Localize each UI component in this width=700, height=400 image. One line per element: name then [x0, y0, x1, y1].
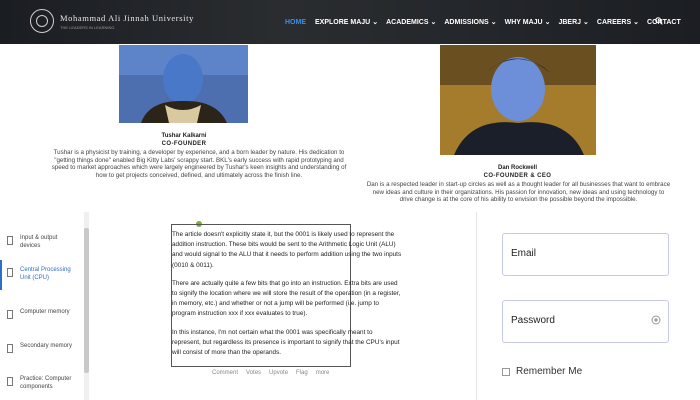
votes-label: Votes [246, 370, 262, 376]
chevron-down-icon: ⌄ [372, 19, 379, 26]
nav-label: ACADEMICS [386, 18, 429, 26]
document-icon [7, 310, 13, 319]
nav-item-careers[interactable]: CAREERS ⌄ [596, 18, 640, 27]
document-icon [7, 236, 13, 245]
more-button[interactable]: more [316, 370, 330, 376]
university-name: Mohammad Ali Jinnah University [60, 12, 194, 23]
sidebar-item-label: Input & output devices [20, 235, 58, 249]
comment-button[interactable]: Comment [212, 370, 238, 376]
nav-label: JBERJ [558, 18, 582, 26]
article-paragraph: There are actually quite a few bits that… [172, 279, 401, 318]
crest-icon [30, 9, 54, 33]
email-field[interactable]: Email [502, 233, 669, 276]
founder-photo-tushar [119, 45, 248, 123]
lesson-sidebar: Input & output devices Central Processing… [0, 212, 90, 400]
university-logo[interactable]: Mohammad Ali Jinnah University THE LEADE… [30, 9, 194, 33]
article-body: The article doesn't explicitly state it,… [172, 230, 402, 366]
password-field[interactable]: Password [502, 300, 669, 343]
nav-item-home[interactable]: HOME [285, 19, 306, 26]
nav-item-academics[interactable]: ACADEMICS ⌄ [386, 18, 437, 27]
document-icon [7, 377, 13, 386]
chevron-down-icon: ⌄ [544, 19, 551, 26]
comment-bar: Comment Votes Upvote Flag more [212, 370, 337, 376]
search-icon[interactable] [655, 17, 663, 25]
nav-item-contact[interactable]: CONTACT [647, 19, 681, 26]
founder-name: Tushar Kalkarni [161, 133, 207, 139]
nav-item-explore-maju[interactable]: EXPLORE MAJU ⌄ [315, 18, 379, 27]
flag-button[interactable]: Flag [296, 370, 308, 376]
article-paragraph: In this instance, I'm not certain what t… [172, 328, 400, 357]
site-header: Mohammad Ali Jinnah University THE LEADE… [0, 0, 700, 44]
sidebar-item-label: Central Processing Unit (CPU) [20, 267, 71, 281]
chevron-down-icon: ⌄ [490, 19, 497, 26]
chevron-down-icon: ⌄ [633, 19, 640, 26]
nav-label: CAREERS [596, 18, 632, 26]
document-icon [7, 344, 13, 353]
university-tagline: THE LEADERS IN LEARNING [60, 24, 115, 30]
founder-photo-dan [440, 45, 596, 155]
founder-bio: Tushar is a physicist by training, a dev… [51, 149, 347, 179]
nav-item-jberj[interactable]: JBERJ ⌄ [558, 18, 589, 27]
main-nav: HOME EXPLORE MAJU ⌄ ACADEMICS ⌄ ADMISSIONS ⌄ WH… [285, 0, 681, 44]
sidebar-item-label: Secondary memory [20, 343, 73, 349]
nav-label: ADMISSIONS [444, 18, 489, 26]
founder-bio: Dan is a respected leader in start-up ci… [366, 181, 671, 204]
remember-me[interactable]: Remember Me [502, 366, 582, 377]
nav-item-admissions[interactable]: ADMISSIONS ⌄ [444, 18, 497, 27]
email-placeholder: Email [511, 248, 537, 259]
founder-name: Dan Rockwell [497, 165, 537, 171]
remember-me-label: Remember Me [516, 366, 583, 377]
show-password-icon[interactable] [651, 315, 661, 325]
founder-role: CO-FOUNDER [161, 141, 207, 147]
remember-me-checkbox[interactable] [502, 367, 510, 376]
column-divider [476, 212, 477, 400]
upvote-button[interactable]: Upvote [269, 370, 288, 376]
nav-label: HOME [285, 18, 306, 26]
article-paragraph: The article doesn't explicitly state it,… [172, 231, 402, 269]
nav-label: WHY MAJU [504, 18, 543, 26]
nav-item-why-maju[interactable]: WHY MAJU ⌄ [504, 18, 551, 27]
sidebar-item-label: Computer memory [20, 309, 70, 315]
password-placeholder: Password [511, 315, 555, 326]
nav-label: CONTACT [647, 18, 681, 26]
founder-role: CO-FOUNDER & CEO [483, 173, 552, 179]
chevron-down-icon: ⌄ [583, 19, 589, 26]
chevron-down-icon: ⌄ [430, 19, 437, 26]
nav-label: EXPLORE MAJU [315, 18, 371, 26]
sidebar-item-label: Practice: Computer components [20, 376, 72, 390]
document-icon [7, 268, 13, 277]
